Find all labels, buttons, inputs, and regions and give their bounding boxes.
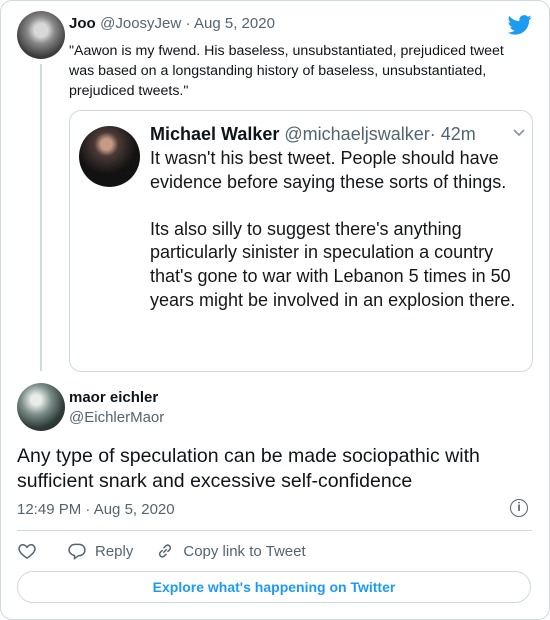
- parent-tweet-header: Joo @JoosyJew · Aug 5, 2020: [69, 15, 275, 33]
- link-icon: [159, 544, 172, 558]
- reply-icon: [68, 543, 86, 560]
- quoted-tweet-header: Michael Walker @michaeljswalker· 42m: [150, 124, 476, 145]
- twitter-bird-icon[interactable]: [508, 15, 532, 35]
- reply-label: Reply: [95, 542, 134, 560]
- quoted-author-handle[interactable]: @michaeljswalker: [284, 124, 429, 144]
- heart-icon: [18, 543, 36, 559]
- author-name[interactable]: Joo: [69, 15, 96, 32]
- main-author-name[interactable]: maor eichler: [69, 389, 158, 406]
- copy-link-button[interactable]: Copy link to Tweet: [155, 541, 306, 561]
- like-button[interactable]: [17, 541, 45, 561]
- quoted-tweet-text: It wasn't his best tweet. People should …: [150, 148, 516, 310]
- explore-twitter-button[interactable]: Explore what's happening on Twitter: [17, 571, 531, 603]
- avatar-joo[interactable]: [17, 11, 65, 59]
- action-bar: Reply Copy link to Tweet: [17, 540, 328, 562]
- copy-link-label: Copy link to Tweet: [183, 542, 306, 560]
- main-tweet-text: Any type of speculation can be made soci…: [17, 445, 480, 492]
- author-handle[interactable]: @JoosyJew: [100, 15, 181, 32]
- tweet-date[interactable]: · Aug 5, 2020: [186, 15, 275, 32]
- divider: [17, 530, 532, 531]
- main-author-handle[interactable]: @EichlerMaor: [69, 409, 164, 426]
- quoted-author-name[interactable]: Michael Walker: [150, 124, 279, 144]
- reply-button[interactable]: Reply: [67, 541, 133, 561]
- chevron-down-icon[interactable]: [511, 124, 527, 140]
- tweet-timestamp[interactable]: 12:49 PM · Aug 5, 2020: [17, 501, 175, 518]
- thread-connector-line: [40, 64, 42, 371]
- parent-tweet-text: "Aawon is my fwend. His baseless, unsubs…: [69, 43, 504, 99]
- avatar-michael-walker[interactable]: [79, 126, 140, 187]
- quoted-tweet-age[interactable]: · 42m: [430, 124, 476, 144]
- avatar-maor-eichler[interactable]: [17, 383, 65, 431]
- info-icon[interactable]: i: [510, 499, 528, 517]
